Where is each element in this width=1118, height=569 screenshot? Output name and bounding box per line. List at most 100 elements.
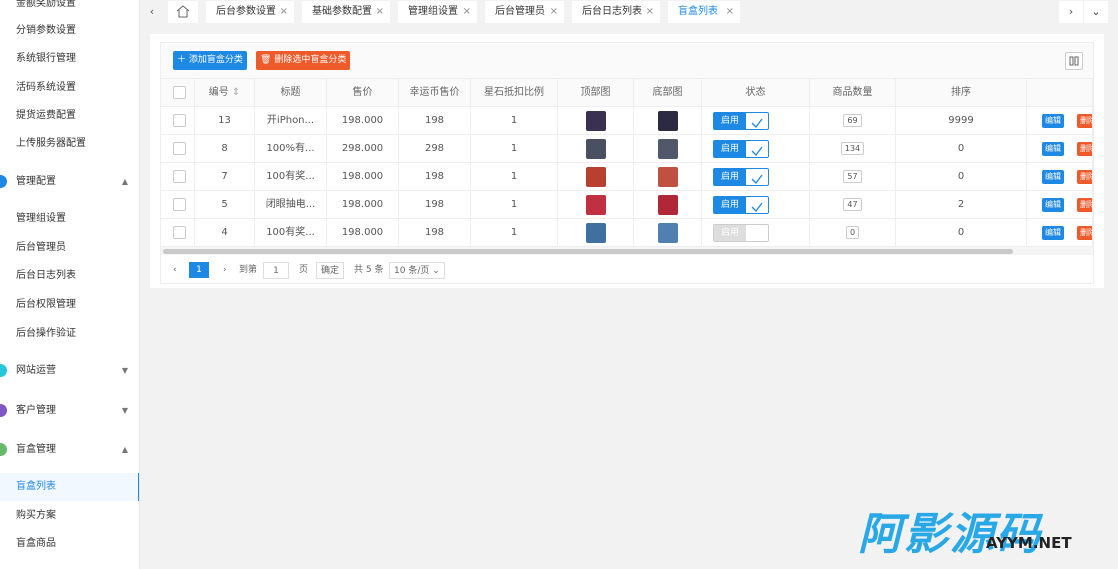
tab[interactable]: 盲盒列表 × xyxy=(668,1,740,23)
tab[interactable]: 管理组设置 × xyxy=(398,1,477,23)
tab[interactable]: 基础参数配置 × xyxy=(302,1,390,23)
bottom-image-thumbnail[interactable] xyxy=(657,223,678,243)
sidebar-item[interactable]: 金额奖励设置 xyxy=(0,0,139,18)
sidebar-item[interactable]: 分销参数设置 xyxy=(0,17,139,45)
bottom-image-thumbnail[interactable] xyxy=(657,111,678,131)
page-size-select[interactable]: 10 条/页 ⌄ xyxy=(389,262,445,279)
tab[interactable]: 后台参数设置 × xyxy=(206,1,294,23)
status-toggle[interactable]: 启用 xyxy=(713,196,769,214)
sidebar-item[interactable]: 管理组设置 xyxy=(0,205,139,233)
cell-status: 启用 xyxy=(702,163,810,190)
sidebar-group[interactable]: 网站运营 ▼ xyxy=(0,357,139,385)
watermark-sub: AYYM.NET xyxy=(986,534,1072,552)
goto-label: 到第 xyxy=(239,265,258,275)
bottom-image-thumbnail[interactable] xyxy=(657,167,678,187)
top-image-thumbnail[interactable] xyxy=(585,223,606,243)
close-icon[interactable]: × xyxy=(280,1,288,23)
close-icon[interactable]: × xyxy=(646,1,654,23)
goto-confirm-button[interactable]: 确定 xyxy=(316,262,345,279)
edit-button[interactable]: 编辑 xyxy=(1042,170,1064,184)
row-checkbox[interactable] xyxy=(173,226,186,239)
edit-button[interactable]: 编辑 xyxy=(1042,198,1064,212)
sidebar-item[interactable]: 系统银行管理 xyxy=(0,45,139,73)
close-icon[interactable]: × xyxy=(463,1,471,23)
cell-status: 启用 xyxy=(702,135,810,162)
column-header: 排序 xyxy=(896,79,1027,106)
tabs-menu-chevron-down-icon[interactable]: ⌄ xyxy=(1084,1,1108,23)
top-image-thumbnail[interactable] xyxy=(585,139,606,159)
sidebar-group[interactable]: 客户管理 ▼ xyxy=(0,397,139,425)
sidebar-group-label: 网站运营 xyxy=(16,365,56,376)
column-header: 售价 xyxy=(327,79,399,106)
tabs-prev-icon[interactable]: ‹ xyxy=(142,0,162,24)
page-unit-label: 页 xyxy=(299,265,309,275)
row-checkbox[interactable] xyxy=(173,198,186,211)
bottom-image-thumbnail[interactable] xyxy=(657,139,678,159)
scrollbar-thumb[interactable] xyxy=(163,249,1013,254)
check-icon xyxy=(750,114,764,134)
sidebar: 金额奖励设置 分销参数设置 系统银行管理 活码系统设置 提货运费配置 上传服务器配置 管理配… xyxy=(0,0,140,569)
edit-button[interactable]: 编辑 xyxy=(1042,226,1064,240)
tab[interactable]: 后台管理员 × xyxy=(485,1,564,23)
close-icon[interactable]: × xyxy=(376,1,384,23)
tab-label: 后台参数设置 xyxy=(216,6,276,17)
page-current[interactable]: 1 xyxy=(189,262,209,278)
delete-button[interactable]: 删除 xyxy=(1077,198,1092,212)
bottom-image-thumbnail[interactable] xyxy=(657,195,678,215)
table-row: 13开iPhon...198.0001981启用699999编辑删除 xyxy=(161,107,1093,135)
cell-price: 198.000 xyxy=(327,107,399,134)
cell-bottom-image xyxy=(634,107,702,134)
sidebar-item[interactable]: 后台日志列表 xyxy=(0,262,139,290)
close-icon[interactable]: × xyxy=(550,1,558,23)
sidebar-item[interactable]: 上传服务器配置 xyxy=(0,130,139,158)
tabs-next-icon[interactable]: › xyxy=(1059,1,1083,23)
status-toggle[interactable]: 启用 xyxy=(713,224,769,242)
delete-button[interactable]: 删除 xyxy=(1077,114,1092,128)
sidebar-group-label: 客户管理 xyxy=(16,405,56,416)
top-image-thumbnail[interactable] xyxy=(585,167,606,187)
select-all-checkbox[interactable] xyxy=(173,86,186,99)
delete-selected-button[interactable]: 🗑 删除选中盲盒分类 xyxy=(256,51,351,70)
goto-page-input[interactable]: 1 xyxy=(263,262,289,279)
sidebar-item[interactable]: 盲盒列表 xyxy=(0,473,139,501)
sidebar-item[interactable]: 盲盒商品 xyxy=(0,530,139,558)
row-checkbox[interactable] xyxy=(173,142,186,155)
sidebar-item[interactable]: 后台管理员 xyxy=(0,234,139,262)
edit-button[interactable]: 编辑 xyxy=(1042,114,1064,128)
sidebar-item[interactable]: 后台权限管理 xyxy=(0,291,139,319)
status-toggle[interactable]: 启用 xyxy=(713,168,769,186)
row-checkbox[interactable] xyxy=(173,114,186,127)
status-toggle[interactable]: 启用 xyxy=(713,112,769,130)
table-horizontal-scrollbar[interactable] xyxy=(161,247,1093,255)
add-category-button[interactable]: ＋ 添加盲盒分类 xyxy=(173,51,247,70)
sidebar-item[interactable]: 后台操作验证 xyxy=(0,320,139,348)
close-icon[interactable]: × xyxy=(726,1,734,23)
sidebar-group[interactable]: 管理配置 ▲ xyxy=(0,168,139,196)
sidebar-item[interactable]: 活码系统设置 xyxy=(0,74,139,102)
sidebar-item[interactable]: 提货运费配置 xyxy=(0,102,139,130)
prev-page-icon[interactable]: ‹ xyxy=(173,262,177,278)
table-toolbar: ＋ 添加盲盒分类 🗑 删除选中盲盒分类 xyxy=(161,43,1093,79)
top-image-thumbnail[interactable] xyxy=(585,195,606,215)
columns-toggle-button[interactable] xyxy=(1065,52,1083,70)
top-image-thumbnail[interactable] xyxy=(585,111,606,131)
cell-quantity: 69 xyxy=(810,107,896,134)
delete-button[interactable]: 删除 xyxy=(1077,142,1092,156)
sort-icon[interactable]: ⇕ xyxy=(229,87,240,98)
tab-home[interactable] xyxy=(168,1,198,23)
cell-actions: 编辑删除 xyxy=(1027,107,1093,134)
edit-button[interactable]: 编辑 xyxy=(1042,142,1064,156)
row-checkbox[interactable] xyxy=(173,170,186,183)
group-dot-icon xyxy=(0,364,7,377)
column-header-label: 编号 xyxy=(208,87,229,98)
sidebar-group[interactable]: 盲盒管理 ▲ xyxy=(0,436,139,464)
column-header: 底部图 xyxy=(634,79,702,106)
next-page-icon[interactable]: › xyxy=(223,262,227,278)
check-icon xyxy=(750,198,764,218)
cell-coin: 298 xyxy=(399,135,471,162)
delete-button[interactable]: 删除 xyxy=(1077,170,1092,184)
sidebar-item[interactable]: 购买方案 xyxy=(0,502,139,530)
delete-button[interactable]: 删除 xyxy=(1077,226,1092,240)
tab[interactable]: 后台日志列表 × xyxy=(572,1,660,23)
status-toggle[interactable]: 启用 xyxy=(713,140,769,158)
